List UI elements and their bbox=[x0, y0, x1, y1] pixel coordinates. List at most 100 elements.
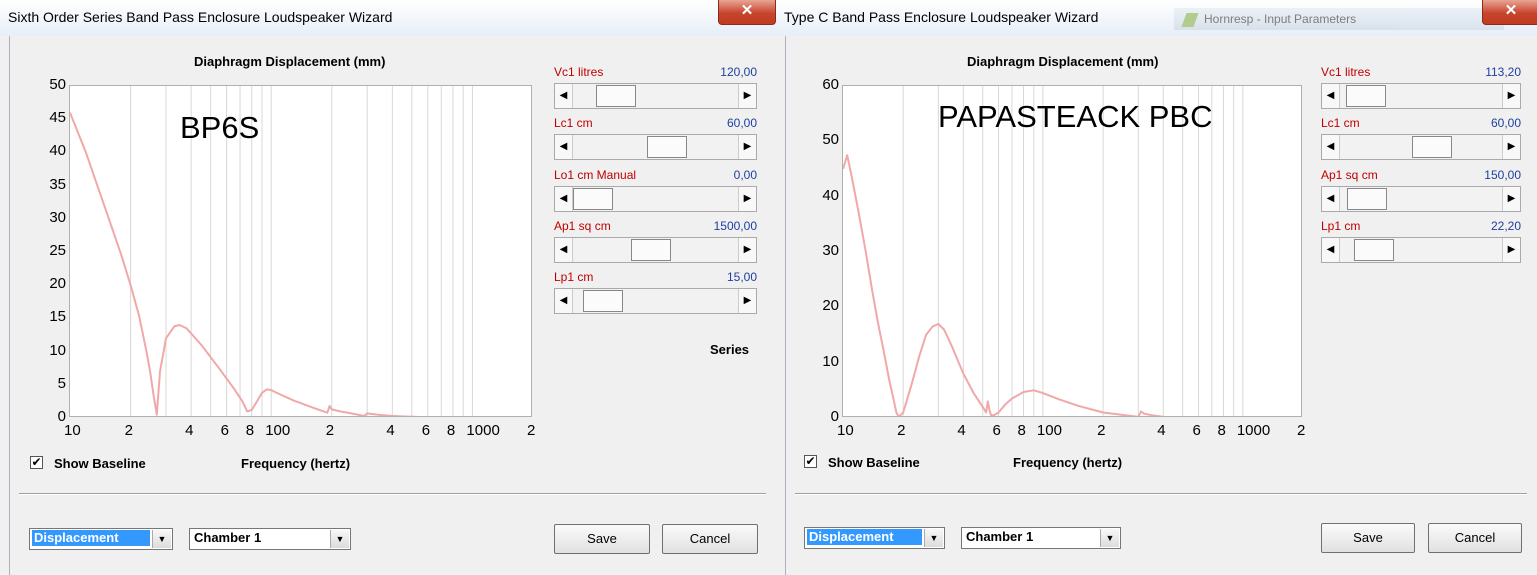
left-slider-4[interactable]: ◀ ▶ bbox=[554, 288, 757, 315]
left-x-tick-label: 4 bbox=[185, 422, 194, 439]
scroll-right-arrow-icon[interactable]: ▶ bbox=[1502, 237, 1520, 262]
right-slider-label-2: Ap1 sq cm bbox=[1321, 167, 1378, 182]
scroll-right-arrow-icon[interactable]: ▶ bbox=[1502, 186, 1520, 211]
right-slider-value-2: 150,00 bbox=[1484, 167, 1521, 182]
right-window-title: Type C Band Pass Enclosure Loudspeaker W… bbox=[784, 9, 1099, 25]
scroll-right-arrow-icon[interactable]: ▶ bbox=[738, 135, 756, 160]
right-slider-0[interactable]: ◀ ▶ bbox=[1321, 83, 1521, 109]
left-cancel-button[interactable]: Cancel bbox=[662, 524, 758, 554]
right-title-bar[interactable]: Type C Band Pass Enclosure Loudspeaker W… bbox=[776, 0, 1537, 36]
right-close-button[interactable]: ✕ bbox=[1482, 0, 1537, 25]
right-x-tick-label: 6 bbox=[1192, 422, 1201, 439]
right-slider-value-1: 60,00 bbox=[1490, 116, 1521, 131]
left-x-tick-label: 10 bbox=[64, 422, 81, 439]
right-x-tick-label: 2 bbox=[897, 422, 906, 439]
left-slider-thumb-1[interactable] bbox=[646, 136, 687, 159]
right-show-baseline-checkbox[interactable]: ✔ bbox=[804, 455, 817, 468]
scroll-right-arrow-icon[interactable]: ▶ bbox=[738, 237, 756, 262]
right-y-tick-label: 10 bbox=[822, 352, 839, 370]
left-slider-thumb-0[interactable] bbox=[595, 85, 636, 107]
left-slider-label-0: Vc1 litres bbox=[554, 65, 604, 79]
right-y-tick-label: 20 bbox=[822, 297, 839, 315]
right-overlay-text: PAPASTEACK PBC bbox=[938, 99, 1213, 134]
right-y-tick-label: 40 bbox=[822, 186, 839, 204]
scroll-right-arrow-icon[interactable]: ▶ bbox=[738, 186, 756, 211]
right-x-tick-label: 8 bbox=[1217, 422, 1226, 439]
right-x-tick-label: 4 bbox=[957, 422, 966, 439]
right-slider-2[interactable]: ◀ ▶ bbox=[1321, 185, 1521, 212]
left-x-tick-label: 4 bbox=[386, 422, 395, 439]
left-slider-0[interactable]: ◀ ▶ bbox=[554, 83, 757, 109]
left-y-tick-label: 45 bbox=[49, 109, 66, 127]
right-x-tick-label: 1000 bbox=[1236, 422, 1271, 439]
right-slider-1[interactable]: ◀ ▶ bbox=[1321, 134, 1521, 161]
right-slider-value-0: 113,20 bbox=[1485, 65, 1521, 79]
left-slider-thumb-4[interactable] bbox=[583, 290, 624, 313]
left-show-baseline-checkbox[interactable]: ✔ bbox=[30, 456, 43, 469]
left-save-button[interactable]: Save bbox=[554, 524, 650, 554]
right-slider-3[interactable]: ◀ ▶ bbox=[1321, 236, 1521, 263]
scroll-right-arrow-icon[interactable]: ▶ bbox=[738, 84, 756, 108]
right-y-tick-label: 60 bbox=[822, 76, 839, 93]
scroll-left-arrow-icon[interactable]: ◀ bbox=[555, 135, 573, 160]
right-displacement-chart bbox=[843, 86, 1244, 416]
scroll-left-arrow-icon[interactable]: ◀ bbox=[1322, 186, 1340, 211]
right-show-baseline-label[interactable]: Show Baseline bbox=[828, 455, 920, 470]
left-slider-label-4: Lp1 cm bbox=[554, 270, 594, 285]
right-x-tick-label: 2 bbox=[1097, 422, 1106, 439]
left-mode-dropdown-arrow-icon[interactable]: ▼ bbox=[152, 530, 171, 548]
left-slider-value-4: 15,00 bbox=[726, 270, 757, 285]
right-mode-dropdown-arrow-icon[interactable]: ▼ bbox=[924, 529, 943, 547]
right-client-area: Diaphragm Displacement (mm) 60 50 40 30 20 10… bbox=[785, 36, 1537, 575]
scroll-right-arrow-icon[interactable]: ▶ bbox=[1502, 135, 1520, 160]
right-chamber-combo[interactable]: Chamber 1 ▼ bbox=[961, 527, 1121, 549]
left-x-tick-label: 8 bbox=[245, 422, 255, 439]
scroll-left-arrow-icon[interactable]: ◀ bbox=[555, 289, 573, 314]
left-separator bbox=[19, 493, 766, 495]
left-y-tick-label: 50 bbox=[49, 76, 66, 93]
scroll-left-arrow-icon[interactable]: ◀ bbox=[555, 237, 573, 262]
left-series-label: Series bbox=[710, 342, 750, 357]
scroll-right-arrow-icon[interactable]: ▶ bbox=[1502, 84, 1520, 108]
right-slider-thumb-3[interactable] bbox=[1353, 238, 1394, 261]
left-chart-title: Diaphragm Displacement (mm) bbox=[194, 54, 386, 69]
right-x-tick-label: 8 bbox=[1017, 422, 1026, 439]
left-x-tick-label: 6 bbox=[220, 422, 229, 439]
right-slider-thumb-1[interactable] bbox=[1411, 136, 1452, 159]
scroll-left-arrow-icon[interactable]: ◀ bbox=[1322, 135, 1340, 160]
left-plot-area: BP6S bbox=[69, 85, 532, 417]
left-window-title: Sixth Order Series Band Pass Enclosure L… bbox=[8, 9, 393, 25]
left-y-tick-label: 25 bbox=[49, 242, 66, 259]
feather-icon bbox=[1181, 12, 1199, 27]
scroll-right-arrow-icon[interactable]: ▶ bbox=[738, 289, 756, 314]
left-y-tick-label: 15 bbox=[49, 308, 66, 326]
left-title-bar[interactable]: Sixth Order Series Band Pass Enclosure L… bbox=[0, 0, 776, 36]
left-show-baseline-label[interactable]: Show Baseline bbox=[54, 456, 146, 471]
left-mode-combo[interactable]: Displacement ▼ bbox=[29, 528, 173, 550]
left-y-tick-label: 35 bbox=[49, 175, 66, 193]
left-slider-2[interactable]: ◀ ▶ bbox=[554, 185, 757, 212]
left-slider-thumb-2[interactable] bbox=[573, 187, 613, 210]
right-slider-thumb-2[interactable] bbox=[1347, 187, 1388, 210]
left-x-tick-label: 6 bbox=[421, 422, 431, 439]
scroll-left-arrow-icon[interactable]: ◀ bbox=[1322, 84, 1340, 108]
right-mode-combo[interactable]: Displacement ▼ bbox=[804, 527, 945, 549]
left-x-tick-label: 100 bbox=[265, 422, 291, 439]
left-close-button[interactable]: ✕ bbox=[718, 0, 776, 25]
right-cancel-button[interactable]: Cancel bbox=[1428, 523, 1522, 553]
scroll-left-arrow-icon[interactable]: ◀ bbox=[1322, 237, 1340, 262]
scroll-left-arrow-icon[interactable]: ◀ bbox=[555, 84, 573, 108]
left-x-tick-label: 8 bbox=[446, 422, 456, 439]
right-chamber-dropdown-arrow-icon[interactable]: ▼ bbox=[1100, 529, 1119, 547]
left-slider-1[interactable]: ◀ ▶ bbox=[554, 134, 757, 161]
left-slider-thumb-3[interactable] bbox=[631, 238, 672, 261]
left-x-tick-label: 2 bbox=[325, 422, 335, 439]
scroll-left-arrow-icon[interactable]: ◀ bbox=[555, 186, 573, 211]
left-chamber-combo[interactable]: Chamber 1 ▼ bbox=[189, 528, 351, 550]
right-save-button[interactable]: Save bbox=[1321, 523, 1415, 553]
left-chamber-dropdown-arrow-icon[interactable]: ▼ bbox=[330, 530, 349, 548]
right-slider-thumb-0[interactable] bbox=[1346, 85, 1387, 107]
left-y-tick-label: 10 bbox=[49, 341, 66, 359]
left-y-tick-label: 0 bbox=[57, 408, 66, 425]
left-slider-3[interactable]: ◀ ▶ bbox=[554, 236, 757, 263]
